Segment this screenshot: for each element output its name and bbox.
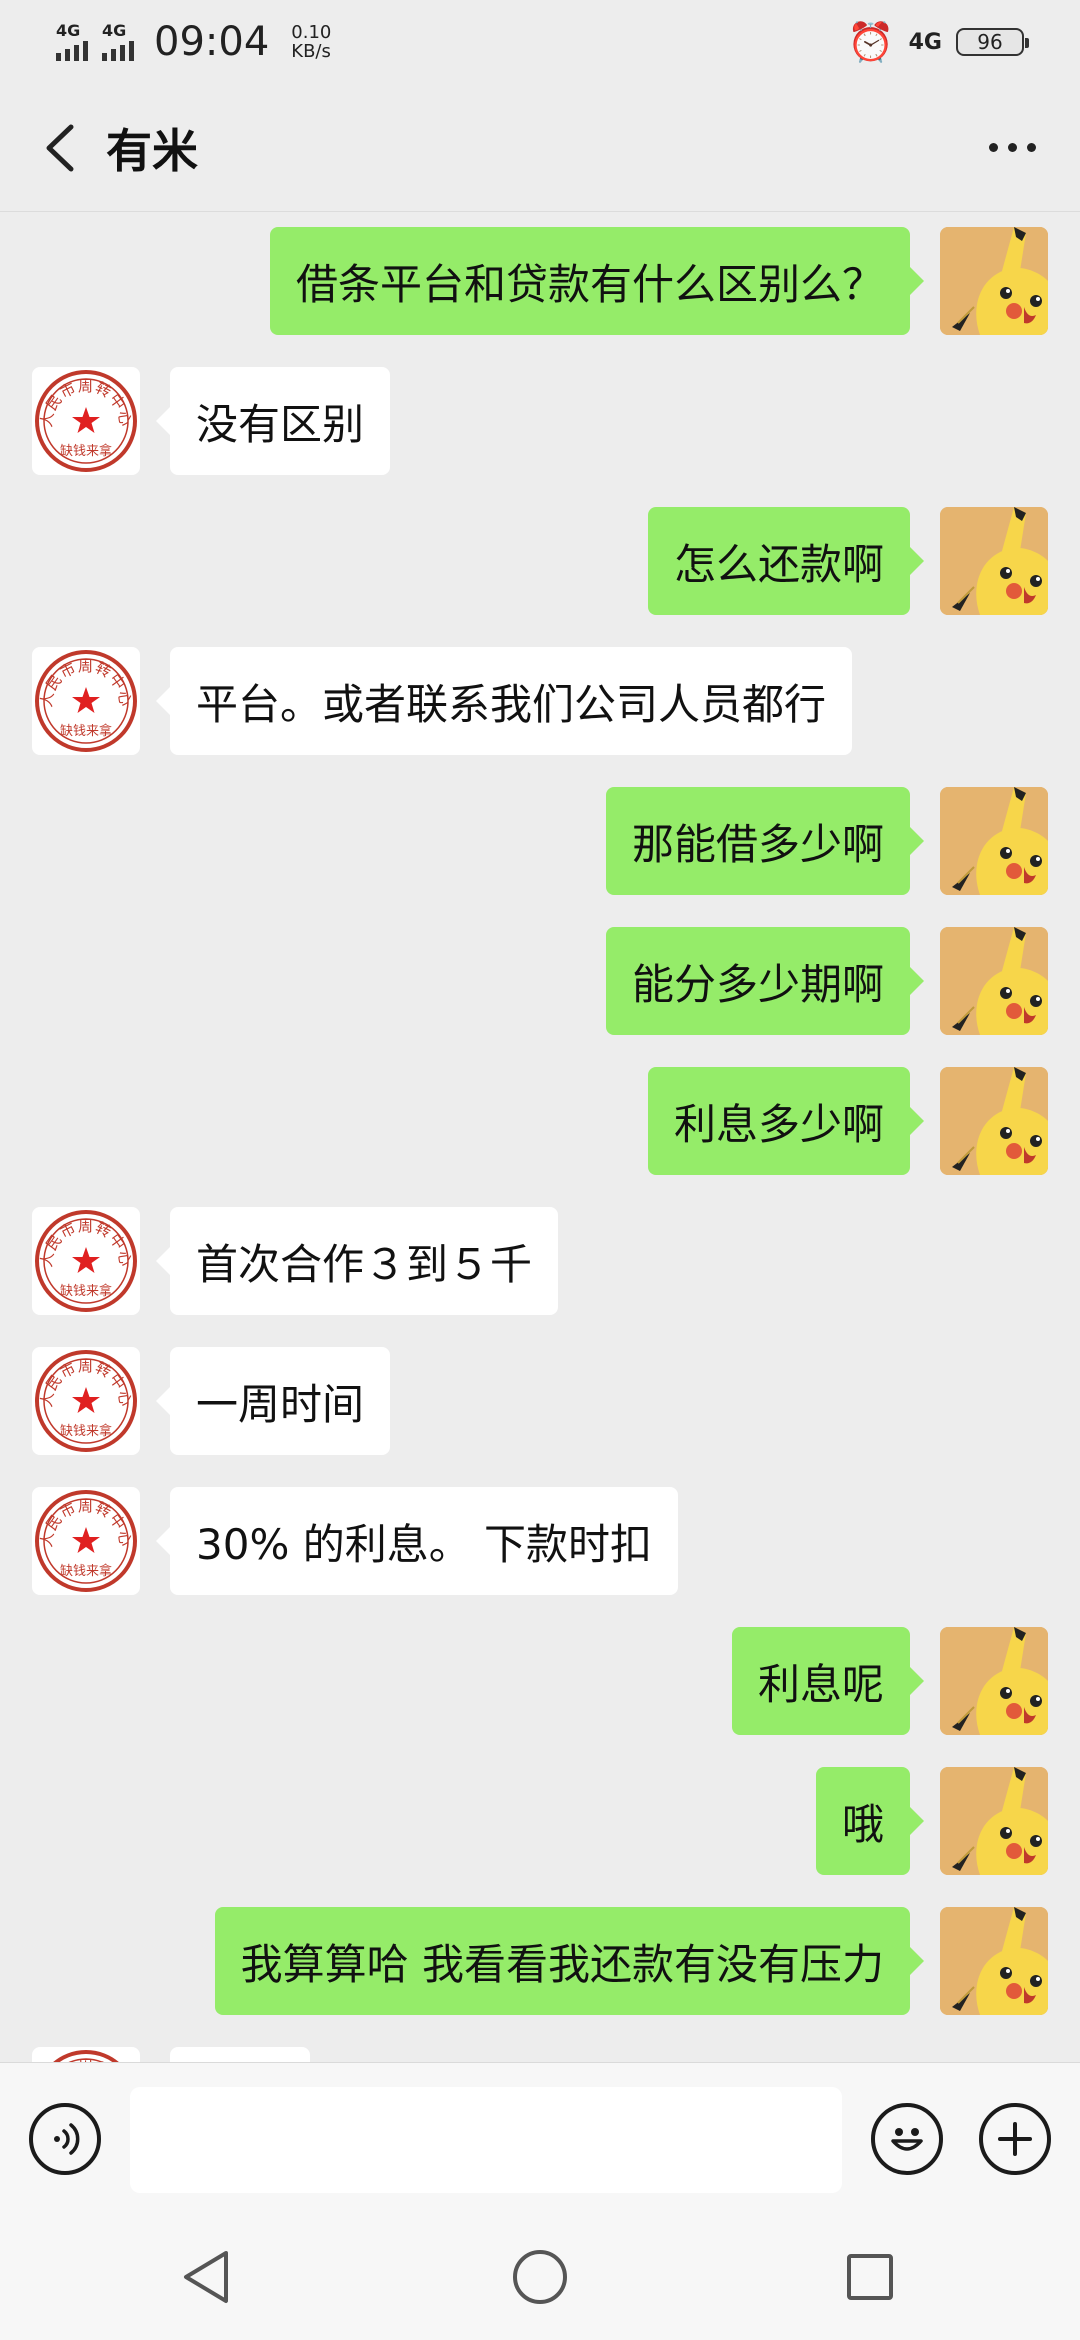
message-bubble[interactable]: 没有区别: [155, 367, 391, 475]
received-message: 人民市周转中心 缺钱来拿 首次合作３到５千: [0, 1207, 1080, 1315]
system-back-button[interactable]: [171, 2242, 241, 2312]
message-bubble[interactable]: 怎么还款啊: [647, 507, 925, 615]
network-type-label: 4G: [56, 21, 81, 40]
back-button[interactable]: [30, 118, 90, 178]
circle-home-icon: [513, 2250, 567, 2304]
status-left: 4G 4G 09:04 0.10 KB/s: [56, 19, 331, 65]
svg-text:缺钱来拿: 缺钱来拿: [60, 443, 112, 459]
message-bubble[interactable]: 30% 的利息。 下款时扣: [155, 1487, 679, 1595]
sent-message: 我算算哈 我看看我还款有没有压力: [0, 1907, 1080, 2015]
chat-header: 有米: [0, 84, 1080, 212]
battery-icon: 96: [956, 28, 1029, 56]
svg-text:缺钱来拿: 缺钱来拿: [60, 1423, 112, 1439]
chat-message-list[interactable]: 借条平台和贷款有什么区别么？ 人民市周转中心 缺钱来拿 没有区别 怎么还款啊 人…: [0, 212, 1080, 2062]
voice-button[interactable]: [29, 2103, 101, 2175]
contact-avatar[interactable]: 人民市周转中心 缺钱来拿: [32, 1347, 140, 1455]
my-avatar[interactable]: [940, 787, 1048, 895]
message-text: 我算算哈 我看看我还款有没有压力: [240, 1939, 884, 1989]
chevron-left-icon: [46, 124, 74, 171]
sent-message: 那能借多少啊: [0, 787, 1080, 895]
speed-value: 0.10: [291, 22, 332, 43]
sent-message: 能分多少期啊: [0, 927, 1080, 1035]
system-home-button[interactable]: [505, 2242, 575, 2312]
message-text: 首次合作３到５千: [196, 1239, 533, 1289]
message-text: 30% 的利息。 下款时扣: [196, 1519, 653, 1569]
triangle-back-icon: [184, 2251, 228, 2303]
my-avatar[interactable]: [940, 1627, 1048, 1735]
message-bubble[interactable]: 我算算哈 我看看我还款有没有压力: [214, 1907, 925, 2015]
mobile-data-label: 4G: [908, 29, 942, 55]
my-avatar[interactable]: [940, 927, 1048, 1035]
status-right: ⏰ 4G 96: [847, 20, 1029, 64]
system-recents-button[interactable]: [835, 2242, 905, 2312]
speed-unit: KB/s: [291, 41, 331, 62]
contact-avatar[interactable]: 人民市周转中心 缺钱来拿: [32, 1207, 140, 1315]
sent-message: 哦: [0, 1767, 1080, 1875]
message-text: 借条平台和贷款有什么区别么？: [295, 259, 884, 309]
contact-avatar[interactable]: 人民市周转中心 缺钱来拿: [32, 367, 140, 475]
received-message: 人民市周转中心 缺钱来拿 一周时间: [0, 1347, 1080, 1455]
emoji-button[interactable]: [871, 2103, 943, 2175]
message-bubble[interactable]: 平台。或者联系我们公司人员都行: [155, 647, 853, 755]
signal-1: 4G: [56, 23, 88, 61]
message-text: 平台。或者联系我们公司人员都行: [196, 679, 827, 729]
svg-text:缺钱来拿: 缺钱来拿: [60, 1563, 112, 1579]
network-type-label: 4G: [102, 21, 127, 40]
sent-message: 利息多少啊: [0, 1067, 1080, 1175]
more-button[interactable]: [989, 118, 1036, 178]
message-text: 能分多少期啊: [631, 959, 884, 1009]
received-message: 人民市周转中心 缺钱来拿 平台。或者联系我们公司人员都行: [0, 647, 1080, 755]
message-bubble[interactable]: 能分多少期啊: [605, 927, 925, 1035]
square-recents-icon: [847, 2254, 893, 2300]
plus-icon: [998, 2122, 1032, 2156]
message-text: 没有区别: [196, 399, 365, 449]
clock: 09:04: [154, 19, 270, 65]
chat-title: 有米: [106, 123, 198, 178]
message-input[interactable]: [130, 2087, 842, 2193]
message-text: 利息呢: [757, 1659, 884, 1709]
message-bubble[interactable]: 利息多少啊: [647, 1067, 925, 1175]
network-speed: 0.10 KB/s: [291, 23, 331, 61]
sent-message: 利息呢: [0, 1627, 1080, 1735]
voice-icon: [54, 2123, 80, 2155]
message-text: 怎么还款啊: [673, 539, 884, 589]
message-bubble[interactable]: 哦: [815, 1767, 925, 1875]
message-bubble[interactable]: 一周时间: [155, 1347, 391, 1455]
battery-level: 96: [977, 30, 1003, 54]
my-avatar[interactable]: [940, 507, 1048, 615]
sent-message: 借条平台和贷款有什么区别么？: [0, 227, 1080, 335]
message-text: 那能借多少啊: [631, 819, 884, 869]
contact-avatar[interactable]: 人民市周转中心 缺钱来拿: [32, 2047, 140, 2062]
received-message: 人民市周转中心 缺钱来拿 没有区别: [0, 367, 1080, 475]
sent-message: 怎么还款啊: [0, 507, 1080, 615]
signal-bars-icon: [56, 39, 88, 61]
svg-text:缺钱来拿: 缺钱来拿: [60, 1283, 112, 1299]
my-avatar[interactable]: [940, 227, 1048, 335]
my-avatar[interactable]: [940, 1907, 1048, 2015]
message-bubble[interactable]: [170, 2047, 310, 2062]
message-text: 一周时间: [196, 1379, 365, 1429]
contact-avatar[interactable]: 人民市周转中心 缺钱来拿: [32, 647, 140, 755]
signal-2: 4G: [102, 23, 134, 61]
message-bubble[interactable]: 利息呢: [731, 1627, 925, 1735]
contact-avatar[interactable]: 人民市周转中心 缺钱来拿: [32, 1487, 140, 1595]
system-navigation-bar: [0, 2214, 1080, 2340]
my-avatar[interactable]: [940, 1067, 1048, 1175]
svg-text:缺钱来拿: 缺钱来拿: [60, 723, 112, 739]
alarm-icon: ⏰: [847, 20, 895, 64]
signal-bars-icon: [102, 39, 134, 61]
emoji-icon: [891, 2128, 923, 2151]
my-avatar[interactable]: [940, 1767, 1048, 1875]
status-bar: 4G 4G 09:04 0.10 KB/s ⏰ 4G 96: [0, 0, 1080, 84]
received-message-partial: 人民市周转中心 缺钱来拿: [0, 2047, 1080, 2062]
message-text: 利息多少啊: [673, 1099, 884, 1149]
message-bubble[interactable]: 那能借多少啊: [605, 787, 925, 895]
message-bubble[interactable]: 首次合作３到５千: [155, 1207, 559, 1315]
received-message: 人民市周转中心 缺钱来拿 30% 的利息。 下款时扣: [0, 1487, 1080, 1595]
message-bubble[interactable]: 借条平台和贷款有什么区别么？: [269, 227, 925, 335]
input-bar: [0, 2062, 1080, 2214]
more-icon: [989, 143, 998, 152]
message-text: 哦: [841, 1799, 884, 1849]
plus-button[interactable]: [979, 2103, 1051, 2175]
